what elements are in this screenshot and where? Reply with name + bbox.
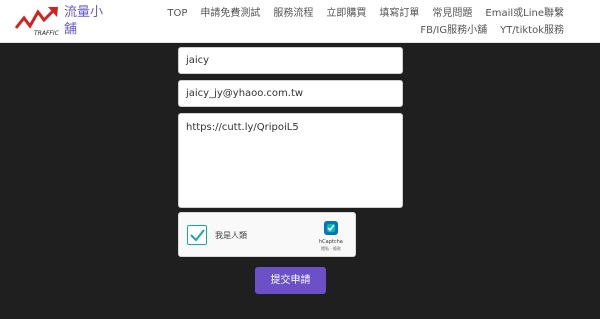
submit-button[interactable]: 提交申請 <box>255 267 326 294</box>
message-field[interactable]: https://cutt.ly/QripoiL5 <box>178 113 403 208</box>
name-field[interactable]: jaicy <box>178 47 403 74</box>
brand-name[interactable]: 流量小舖 <box>64 4 106 38</box>
nav-faq[interactable]: 常見問題 <box>432 7 472 21</box>
nav-row-1: TOP 申請免費測試 服務流程 立即購買 填寫訂單 常見問題 Email或Lin… <box>167 7 564 21</box>
nav-buy-now[interactable]: 立即購買 <box>326 7 366 21</box>
nav-yt-tiktok[interactable]: YT/tiktok服務 <box>500 24 564 38</box>
nav-free-trial[interactable]: 申請免費測試 <box>200 7 260 21</box>
hcaptcha-widget: 我是人類 hCaptcha 隱私 - 條款 <box>178 212 356 257</box>
captcha-checkbox[interactable] <box>187 225 207 245</box>
nav-process[interactable]: 服務流程 <box>273 7 313 21</box>
hcaptcha-logo-icon <box>324 221 338 235</box>
hcaptcha-brand: hCaptcha <box>319 239 343 245</box>
nav-row-2: FB/IG服務小舖 YT/tiktok服務 <box>184 24 564 38</box>
nav-order-form[interactable]: 填寫訂單 <box>379 7 419 21</box>
email-field[interactable]: jaicy_jy@yhaoo.com.tw <box>178 80 403 107</box>
site-header: TRAFFIC 流量小舖 TOP 申請免費測試 服務流程 立即購買 填寫訂單 常… <box>0 0 600 43</box>
logo-text: TRAFFIC <box>34 30 60 37</box>
captcha-label: 我是人類 <box>215 231 247 240</box>
checkmark-icon <box>190 229 205 242</box>
nav-top[interactable]: TOP <box>167 7 187 21</box>
nav-contact[interactable]: Email或Line聯繫 <box>485 7 564 21</box>
nav-fb-ig[interactable]: FB/IG服務小舖 <box>420 24 487 38</box>
rising-arrow-logo[interactable]: TRAFFIC <box>14 4 62 38</box>
hcaptcha-links[interactable]: 隱私 - 條款 <box>321 246 341 252</box>
main-nav: TOP 申請免費測試 服務流程 立即購買 填寫訂單 常見問題 Email或Lin… <box>167 7 564 41</box>
